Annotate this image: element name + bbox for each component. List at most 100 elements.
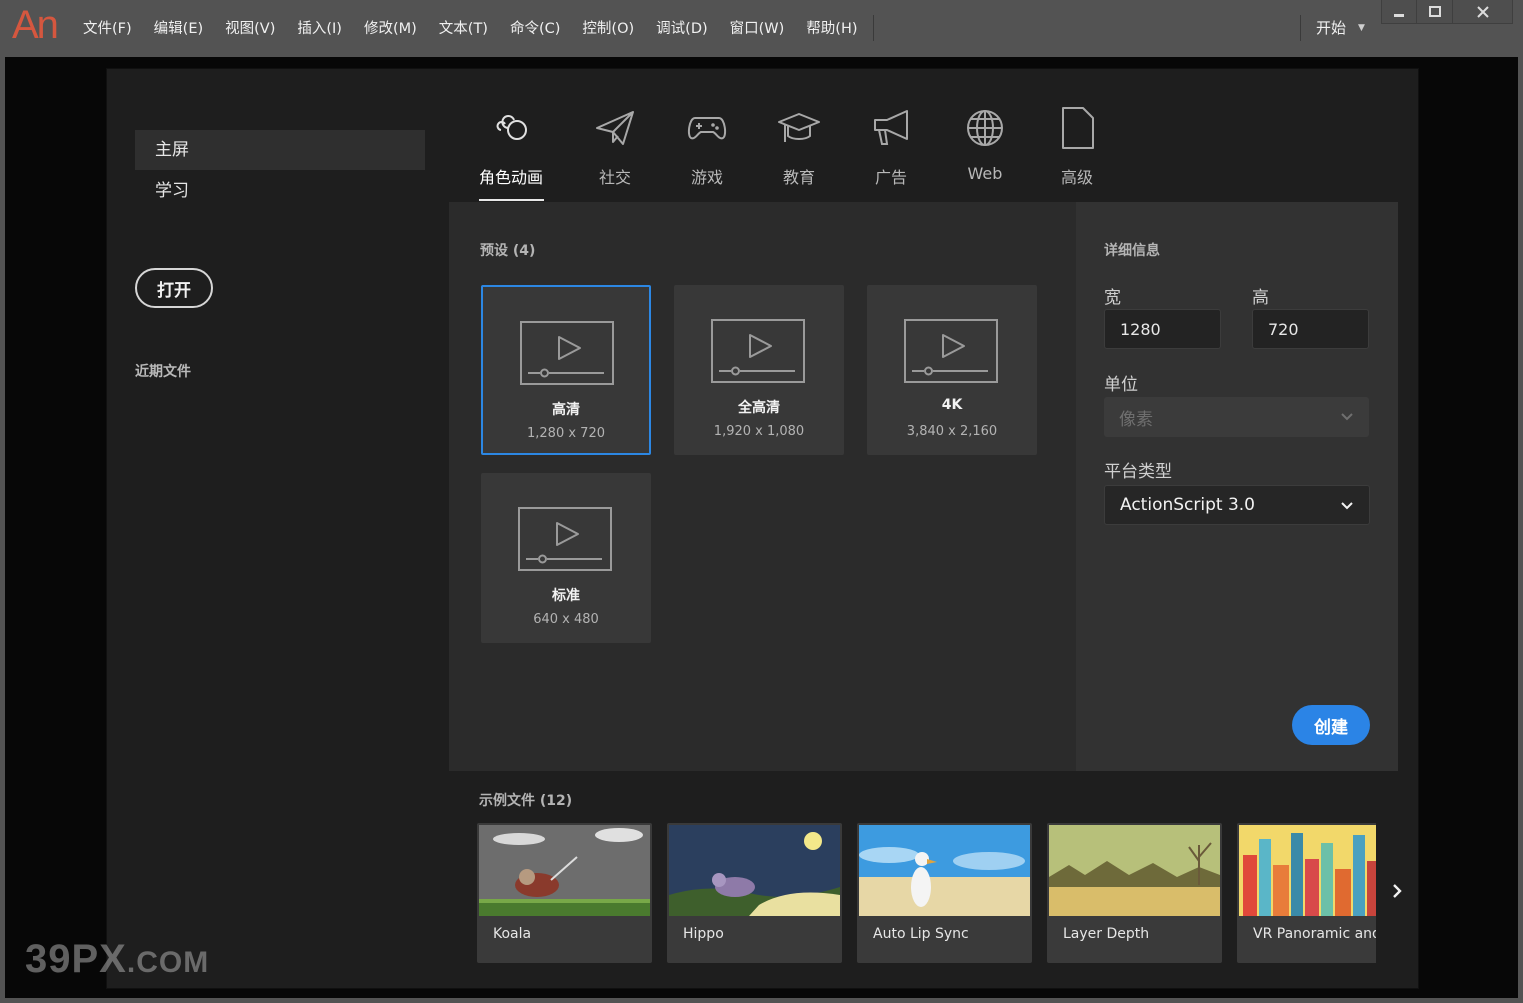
tab-advanced[interactable]: 高级 [1037,106,1117,188]
maximize-icon [1428,5,1441,17]
app-logo: An [12,3,59,47]
tab-character-animation[interactable]: 角色动画 [471,106,551,188]
menu-divider [1300,15,1301,41]
nav-learn[interactable]: 学习 [135,171,425,211]
video-preset-icon [904,319,998,383]
width-label: 宽 [1104,288,1121,308]
workspace-switcher[interactable]: 开始 ▼ [1316,17,1365,38]
paper-plane-icon [596,111,634,145]
preset-name: 标准 [552,588,580,604]
video-preset-icon [711,319,805,383]
unit-value: 像素 [1119,409,1153,430]
video-preset-icon [518,507,612,571]
presets-heading: 预设 (4) [480,243,536,259]
layer-depth-thumbnail [1049,825,1220,916]
unit-label: 单位 [1104,375,1138,395]
preset-size: 3,840 x 2,160 [906,424,998,439]
preset-4k[interactable]: 4K 3,840 x 2,160 [867,285,1037,455]
nav-home[interactable]: 主屏 [135,130,425,170]
tab-games[interactable]: 游戏 [667,106,747,188]
samples-heading: 示例文件 (12) [479,793,573,809]
height-label: 高 [1252,288,1269,308]
preset-name: 4K [941,397,963,413]
close-icon [1476,5,1489,18]
koala-thumbnail [479,825,650,916]
height-field[interactable] [1252,309,1369,349]
sample-title: Koala [493,926,532,942]
tab-social[interactable]: 社交 [575,106,655,188]
sample-layer-depth[interactable]: Layer Depth [1047,823,1222,963]
open-button[interactable]: 打开 [135,268,213,308]
tab-label: 广告 [874,168,907,187]
start-screen: 主屏 学习 打开 近期文件 角色动画 社交 游戏 教育 广告 Web 高级 预设… [106,68,1419,989]
caret-down-icon: ▼ [1358,22,1365,33]
video-preset-icon [520,321,614,385]
platform-value: ActionScript 3.0 [1120,495,1255,515]
gamepad-icon [687,117,727,140]
menu-debug[interactable]: 调试(D) [645,18,718,40]
menu-window[interactable]: 窗口(W) [719,18,796,40]
tab-label: 高级 [1060,168,1093,187]
preset-hd[interactable]: 高清 1,280 x 720 [481,285,651,455]
hippo-thumbnail [669,825,840,916]
menu-modify[interactable]: 修改(M) [353,18,428,40]
tab-label: 角色动画 [478,168,543,187]
menu-bar: 文件(F) 编辑(E) 视图(V) 插入(I) 修改(M) 文本(T) 命令(C… [72,18,869,40]
watermark-main: 39PX [25,937,127,981]
menu-help[interactable]: 帮助(H) [795,18,868,40]
menu-divider [873,15,874,41]
workspace-label: 开始 [1316,19,1347,37]
menu-text[interactable]: 文本(T) [428,18,499,40]
tab-advertising[interactable]: 广告 [851,106,931,188]
details-panel: 详细信息 宽 高 单位 像素 平台类型 ActionScript 3.0 创建 [1076,202,1398,771]
samples-carousel: Koala Hippo Auto Lip Sync Layer Depth VR… [477,823,1376,964]
unit-select[interactable]: 像素 [1104,397,1369,437]
watermark: 39PX.COM [25,937,209,982]
menu-insert[interactable]: 插入(I) [286,18,353,40]
tab-label: 教育 [782,168,815,187]
sample-title: VR Panoramic and 360 [1253,926,1376,942]
preset-full-hd[interactable]: 全高清 1,920 x 1,080 [674,285,844,455]
recent-files-heading: 近期文件 [135,364,191,380]
details-heading: 详细信息 [1104,243,1160,259]
graduation-cap-icon [778,113,820,142]
tab-label: 游戏 [690,168,723,187]
title-bar: An 文件(F) 编辑(E) 视图(V) 插入(I) 修改(M) 文本(T) 命… [0,0,1523,57]
menu-control[interactable]: 控制(O) [571,18,645,40]
character-animation-icon [496,115,527,140]
document-icon [1062,107,1094,149]
minimize-button[interactable] [1381,0,1417,24]
presets-panel: 预设 (4) 高清 1,280 x 720 全高清 1,920 x 1,080 [449,202,1076,771]
menu-edit[interactable]: 编辑(E) [143,18,214,40]
platform-select[interactable]: ActionScript 3.0 [1104,485,1370,525]
maximize-button[interactable] [1417,0,1453,24]
close-button[interactable] [1453,0,1513,24]
minimize-icon [1394,13,1404,17]
megaphone-icon [874,110,908,145]
platform-label: 平台类型 [1104,462,1172,482]
create-button[interactable]: 创建 [1292,705,1370,745]
sample-koala[interactable]: Koala [477,823,652,963]
sample-title: Auto Lip Sync [873,926,969,942]
preset-size: 640 x 480 [533,612,599,627]
preset-name: 全高清 [738,400,780,416]
active-tab-indicator [479,199,544,201]
preset-standard[interactable]: 标准 640 x 480 [481,473,651,643]
sample-vr-panoramic[interactable]: VR Panoramic and 360 [1237,823,1376,963]
menu-file[interactable]: 文件(F) [72,18,143,40]
preset-name: 高清 [552,402,580,418]
menu-commands[interactable]: 命令(C) [499,18,571,40]
watermark-suffix: .COM [126,946,210,979]
tab-education[interactable]: 教育 [759,106,839,188]
preset-size: 1,280 x 720 [527,426,605,441]
sample-hippo[interactable]: Hippo [667,823,842,963]
menu-view[interactable]: 视图(V) [214,18,286,40]
auto-lip-sync-thumbnail [859,825,1030,916]
tab-web[interactable]: Web [945,106,1025,183]
window-controls [1381,0,1513,24]
width-field[interactable] [1104,309,1221,349]
chevron-down-icon [1341,502,1353,510]
chevron-right-icon[interactable] [1387,881,1407,901]
sample-auto-lip-sync[interactable]: Auto Lip Sync [857,823,1032,963]
tab-label: 社交 [598,168,631,187]
